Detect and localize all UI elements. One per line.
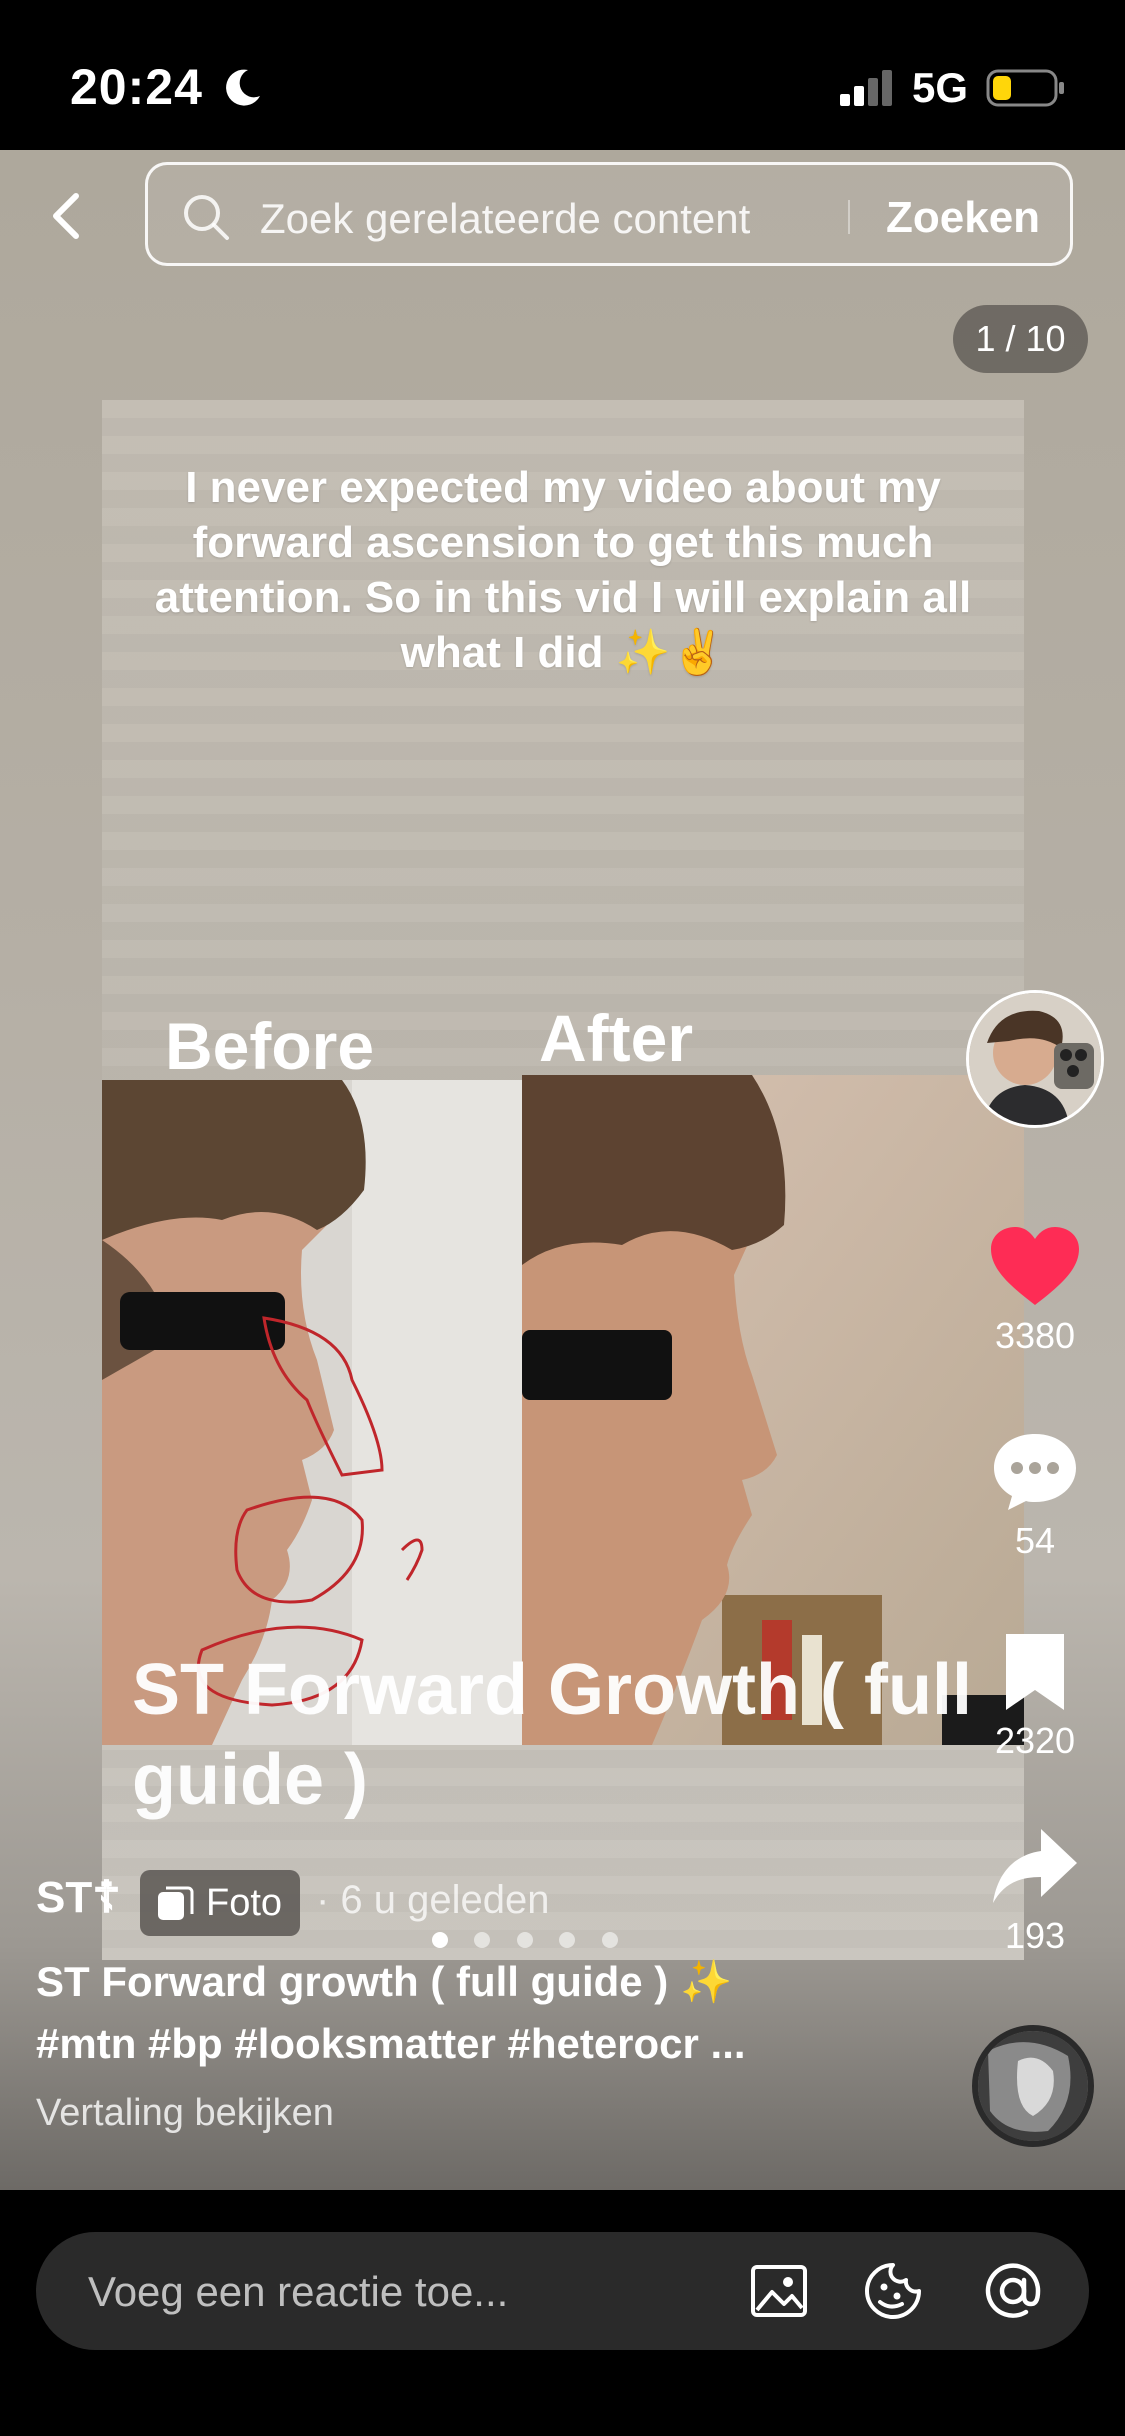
comment-placeholder[interactable]: Voeg een reactie toe... (88, 2268, 508, 2316)
emoji-icon[interactable] (862, 2260, 924, 2322)
slide-image[interactable]: I never expected my video about my forwa… (102, 400, 1024, 1960)
back-icon[interactable] (40, 188, 96, 244)
comment-input[interactable]: Voeg een reactie toe... (36, 2232, 1089, 2350)
comment-button[interactable]: 54 (980, 1430, 1090, 1562)
heart-icon (991, 1227, 1079, 1305)
comment-icon (994, 1434, 1076, 1510)
share-count: 193 (1004, 1915, 1066, 1956)
share-button[interactable]: 193 (980, 1825, 1090, 1957)
status-bar: 20:24 5G (0, 0, 1125, 150)
translate-link[interactable]: Vertaling bekijken (36, 2092, 334, 2135)
save-button[interactable]: 2320 (980, 1630, 1090, 1762)
before-label: Before (165, 1009, 375, 1083)
carousel-dot[interactable] (474, 1932, 491, 1948)
photo-stack-icon (158, 1886, 194, 1920)
like-button[interactable]: 3380 (980, 1225, 1090, 1357)
carousel-dot[interactable] (559, 1932, 576, 1948)
slide-overlay-title: ST Forward Growth ( full guide ) (132, 1650, 972, 1820)
search-button[interactable]: Zoeken (886, 193, 1040, 243)
comment-bar: Voeg een reactie toe... (0, 2190, 1125, 2436)
like-count: 3380 (994, 1315, 1076, 1356)
music-disc[interactable] (972, 2025, 1094, 2147)
after-label: After (539, 1001, 694, 1075)
creator-avatar[interactable] (966, 990, 1104, 1128)
network-label: 5G (912, 64, 969, 111)
carousel-dot[interactable] (432, 1932, 448, 1948)
signal-icon (840, 70, 892, 106)
post-hashtags[interactable]: #mtn #bp #looksmatter #heterocr ... (36, 2020, 746, 2068)
post-time: · 6 u geleden (316, 1878, 550, 1922)
post-caption[interactable]: ST Forward growth ( full guide ) ✨ (36, 1958, 732, 2007)
search-divider (848, 200, 850, 234)
moon-icon (226, 69, 260, 106)
search-bar[interactable]: Zoek gerelateerde content Zoeken (145, 162, 1073, 266)
slide-intro-text: I never expected my video about my forwa… (154, 463, 972, 677)
search-icon (184, 195, 229, 240)
author-name[interactable]: ST☦ (36, 1872, 121, 1923)
bookmark-icon (1006, 1634, 1064, 1710)
search-input[interactable]: Zoek gerelateerde content (260, 195, 750, 243)
carousel-indicator (432, 1932, 640, 1952)
mention-icon[interactable] (982, 2260, 1044, 2322)
image-icon[interactable] (748, 2260, 810, 2322)
carousel-dot[interactable] (516, 1932, 533, 1948)
post-viewer[interactable]: Zoek gerelateerde content Zoeken 1 / 10 … (0, 150, 1125, 2190)
photo-badge-label: Foto (206, 1882, 283, 1924)
carousel-dot[interactable] (601, 1932, 618, 1948)
status-time: 20:24 (70, 59, 203, 115)
battery-icon (986, 69, 1064, 107)
save-count: 2320 (994, 1720, 1076, 1761)
photo-badge: Foto (140, 1870, 301, 1936)
share-icon (993, 1829, 1077, 1903)
comment-count: 54 (1014, 1520, 1056, 1561)
page-counter: 1 / 10 (953, 305, 1088, 373)
